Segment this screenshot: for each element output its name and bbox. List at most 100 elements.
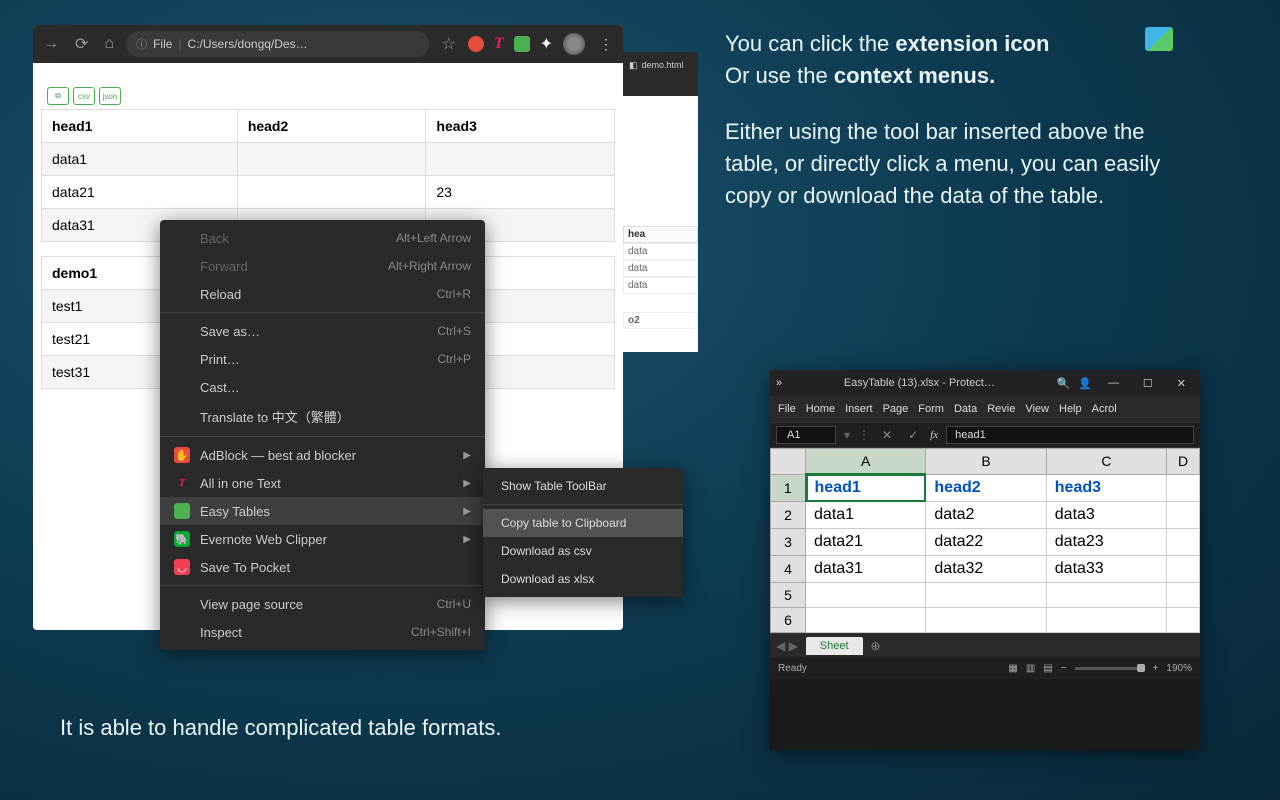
cell[interactable]: [1046, 608, 1166, 633]
zoom-level[interactable]: 190%: [1166, 663, 1192, 674]
adblock-ext-icon[interactable]: [468, 36, 484, 52]
cell[interactable]: [1167, 583, 1200, 608]
cm-cast[interactable]: Cast…: [160, 373, 485, 401]
view-break-icon[interactable]: ▤: [1043, 663, 1052, 674]
view-layout-icon[interactable]: ▥: [1026, 663, 1035, 674]
ribbon-review[interactable]: Revie: [987, 403, 1015, 415]
ribbon-home[interactable]: Home: [806, 403, 835, 415]
star-icon[interactable]: ☆: [437, 30, 459, 58]
col-header[interactable]: B: [926, 449, 1046, 475]
cm-forward[interactable]: ForwardAlt+Right Arrow: [160, 252, 485, 280]
ribbon-acrobat[interactable]: Acrol: [1092, 403, 1117, 415]
ribbon-page[interactable]: Page: [883, 403, 909, 415]
cell[interactable]: data21: [806, 529, 926, 556]
tab-nav-icon[interactable]: ◀ ▶: [776, 639, 798, 653]
cell[interactable]: head1: [806, 474, 926, 502]
col-header[interactable]: A: [806, 449, 926, 475]
cell-reference[interactable]: A1: [776, 426, 836, 444]
quickaccess-icon[interactable]: »: [776, 377, 782, 389]
sm-download-xlsx[interactable]: Download as xlsx: [483, 565, 683, 593]
cell[interactable]: [1167, 474, 1200, 502]
copy-table-button[interactable]: ⧉: [47, 87, 69, 105]
cm-inspect[interactable]: InspectCtrl+Shift+I: [160, 618, 485, 646]
sm-download-csv[interactable]: Download as csv: [483, 537, 683, 565]
add-sheet-icon[interactable]: ⊕: [871, 639, 881, 653]
cell[interactable]: data2: [926, 502, 1046, 529]
maximize-button[interactable]: ☐: [1135, 377, 1161, 390]
accept-icon[interactable]: ✓: [904, 428, 922, 442]
ribbon-view[interactable]: View: [1025, 403, 1049, 415]
puzzle-ext-icon[interactable]: ✦: [540, 34, 553, 54]
cell[interactable]: [926, 583, 1046, 608]
row-header[interactable]: 4: [771, 556, 806, 583]
cell[interactable]: [926, 608, 1046, 633]
sm-show-toolbar[interactable]: Show Table ToolBar: [483, 472, 683, 500]
row-header[interactable]: 6: [771, 608, 806, 633]
easytables-ext-icon[interactable]: [514, 36, 530, 52]
browser-tab[interactable]: ◧demo.html: [623, 52, 698, 78]
cell[interactable]: head3: [1046, 474, 1166, 502]
col-header[interactable]: C: [1046, 449, 1166, 475]
reload-icon[interactable]: ⟳: [71, 30, 92, 58]
cell[interactable]: data32: [926, 556, 1046, 583]
sm-copy-clipboard[interactable]: Copy table to Clipboard: [483, 509, 683, 537]
cm-allinone[interactable]: TAll in one Text▶: [160, 469, 485, 497]
json-button[interactable]: json: [99, 87, 121, 105]
cell[interactable]: [1167, 529, 1200, 556]
cell[interactable]: data23: [1046, 529, 1166, 556]
close-button[interactable]: ✕: [1169, 377, 1194, 390]
cm-evernote[interactable]: 🐘Evernote Web Clipper▶: [160, 525, 485, 553]
cell[interactable]: [1167, 608, 1200, 633]
cm-reload[interactable]: ReloadCtrl+R: [160, 280, 485, 308]
cm-saveas[interactable]: Save as…Ctrl+S: [160, 317, 485, 345]
cell[interactable]: head2: [926, 474, 1046, 502]
cm-adblock[interactable]: ✋AdBlock — best ad blocker▶: [160, 441, 485, 469]
fx-icon[interactable]: fx: [930, 429, 938, 441]
address-bar[interactable]: ⓘ File | C:/Users/dongq/Des…: [126, 31, 429, 57]
cm-viewsource[interactable]: View page sourceCtrl+U: [160, 590, 485, 618]
zoom-in-icon[interactable]: +: [1153, 663, 1159, 674]
minimize-button[interactable]: —: [1100, 377, 1127, 389]
row-header[interactable]: 3: [771, 529, 806, 556]
cell[interactable]: data31: [806, 556, 926, 583]
cell[interactable]: data1: [806, 502, 926, 529]
zoom-slider[interactable]: [1075, 667, 1145, 670]
cell[interactable]: data33: [1046, 556, 1166, 583]
row-header[interactable]: 2: [771, 502, 806, 529]
csv-button[interactable]: csv: [73, 87, 95, 105]
view-normal-icon[interactable]: ▦: [1008, 663, 1017, 674]
ribbon-data[interactable]: Data: [954, 403, 977, 415]
row-header[interactable]: 1: [771, 474, 806, 502]
ribbon-help[interactable]: Help: [1059, 403, 1082, 415]
formula-input[interactable]: head1: [946, 426, 1194, 444]
cm-pocket[interactable]: ◡Save To Pocket: [160, 553, 485, 581]
search-icon[interactable]: 🔍: [1057, 377, 1071, 390]
cm-translate[interactable]: Translate to 中文（繁體）: [160, 401, 485, 432]
cell[interactable]: data3: [1046, 502, 1166, 529]
cell[interactable]: [806, 608, 926, 633]
cell[interactable]: [1167, 556, 1200, 583]
cm-print[interactable]: Print…Ctrl+P: [160, 345, 485, 373]
profile-avatar-icon[interactable]: [563, 33, 585, 55]
cm-back[interactable]: BackAlt+Left Arrow: [160, 224, 485, 252]
excel-grid[interactable]: A B C D 1 head1 head2 head3 2 data1 data…: [770, 448, 1200, 633]
cell[interactable]: data22: [926, 529, 1046, 556]
home-icon[interactable]: ⌂: [100, 31, 118, 57]
forward-icon[interactable]: →: [39, 31, 63, 57]
select-all-corner[interactable]: [771, 449, 806, 475]
allinone-ext-icon[interactable]: T: [494, 35, 504, 53]
browser-menu-icon[interactable]: ⋮: [595, 36, 617, 53]
sheet-tab[interactable]: Sheet: [806, 637, 863, 655]
ribbon-file[interactable]: File: [778, 403, 796, 415]
row-header[interactable]: 5: [771, 583, 806, 608]
cell[interactable]: [1046, 583, 1166, 608]
cancel-icon[interactable]: ✕: [878, 428, 896, 442]
ribbon-form[interactable]: Form: [918, 403, 944, 415]
cell[interactable]: [1167, 502, 1200, 529]
cell[interactable]: [806, 583, 926, 608]
ribbon-insert[interactable]: Insert: [845, 403, 873, 415]
col-header[interactable]: D: [1167, 449, 1200, 475]
cm-easytables[interactable]: Easy Tables▶: [160, 497, 485, 525]
account-icon[interactable]: 👤: [1078, 377, 1092, 390]
zoom-out-icon[interactable]: −: [1061, 663, 1067, 674]
